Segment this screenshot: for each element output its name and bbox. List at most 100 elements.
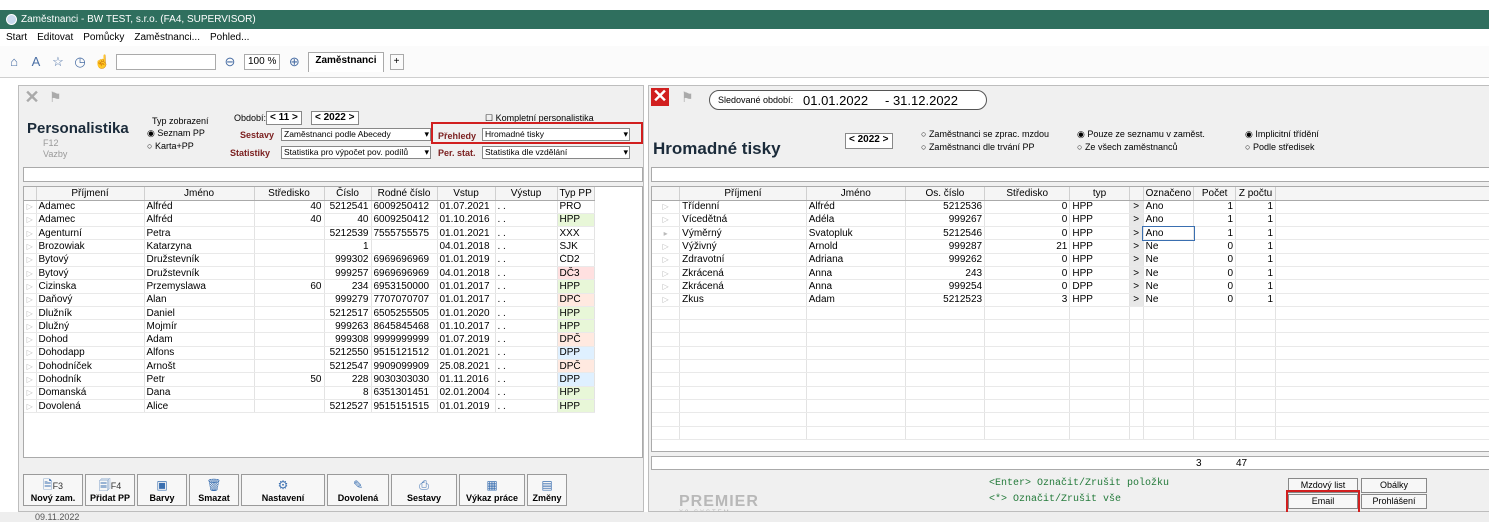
table-row[interactable]: ▷ Vícedětná Adéla 999267 0 HPP > Ano 1 1 <box>652 213 1489 228</box>
col-prijmeni[interactable]: Příjmení <box>679 187 807 201</box>
toolbar-input[interactable] <box>116 53 216 70</box>
table-row[interactable]: ▷ Dovolená Alice 5212527 9515151515 01.01.201… <box>24 399 595 414</box>
table-row[interactable]: ▷ Zkrácená Anna 243 0 HPP > Ne 0 1 <box>652 266 1489 281</box>
table-row[interactable]: ▷ Brozowiak Katarzyna 1 04.01.2018. . SJK <box>24 239 595 254</box>
flag-icon[interactable]: ⚑ <box>49 89 63 107</box>
nov-zam--button[interactable]: 🗎F3 Nový zam. <box>23 474 83 506</box>
radio-dle-trvani[interactable]: ○ Zaměstnanci dle trvání PP <box>921 142 1035 152</box>
sestavy-select[interactable]: Zaměstnanci podle Abecedy <box>281 128 431 141</box>
cell-oznaceno[interactable]: Ne <box>1143 293 1195 307</box>
cell-oznaceno[interactable]: Ne <box>1143 253 1195 267</box>
radio-seznam-pp[interactable]: ◉ Seznam PP <box>147 128 205 139</box>
col-prijmeni[interactable]: Příjmení <box>36 187 145 201</box>
filter-row[interactable] <box>651 167 1489 182</box>
sestavy-button[interactable]: ⎙ Sestavy <box>391 474 457 506</box>
font-icon[interactable]: A <box>28 54 44 70</box>
table-row[interactable]: ▷ Dohodníček Arnošt 5212547 9909099909 25.08.… <box>24 359 595 374</box>
table-row[interactable]: ▷ Cizinska Przemyslawa 60 234 6953150000 01.01… <box>24 279 595 294</box>
table-row[interactable]: ▸ Výměrný Svatopluk 5212546 0 HPP > Ano 1 1 <box>652 225 1489 241</box>
table-row[interactable]: ▷ Výživný Arnold 999287 21 HPP > Ne 0 1 <box>652 239 1489 254</box>
table-row[interactable]: ▷ Dohod Adam 999308 9999999999 01.07.2019. .D… <box>24 332 595 347</box>
col-typ-pp[interactable]: Typ PP <box>557 187 595 201</box>
table-row[interactable]: ▷ Bytový Družstevník 999257 6969696969 04.01.… <box>24 266 595 281</box>
radio-implicitni[interactable]: ◉ Implicitní třídění <box>1245 129 1319 140</box>
home-icon[interactable]: ⌂ <box>6 54 22 70</box>
nastaven--button[interactable]: ⚙ Nastavení <box>241 474 325 506</box>
zm-ny-button[interactable]: ▤ Změny <box>527 474 567 506</box>
zoom-level[interactable]: 100 % <box>244 53 281 70</box>
hand-icon[interactable]: ☝ <box>94 54 110 70</box>
col-vystup[interactable]: Výstup <box>495 187 558 201</box>
statistiky-select[interactable]: Statistika pro výpočet pov. podílů <box>281 146 431 159</box>
radio-ze-vsech[interactable]: ○ Ze všech zaměstnanců <box>1077 142 1177 152</box>
zoom-in-icon[interactable]: ⊕ <box>286 54 302 70</box>
col-oznaceno[interactable]: Označeno <box>1143 187 1195 201</box>
table-row[interactable]: ▷ Dlužník Daniel 5212517 6505255505 01.01.202… <box>24 306 595 321</box>
col-rodne-cislo[interactable]: Rodné číslo <box>371 187 438 201</box>
menu-zamestnanci[interactable]: Zaměstnanci... <box>134 32 200 43</box>
col-cislo[interactable]: Číslo <box>324 187 372 201</box>
star-icon[interactable]: ☆ <box>50 54 66 70</box>
cell-arrow[interactable]: > <box>1129 239 1144 254</box>
table-row[interactable]: ▷ Adamec Alfréd 40 40 6009250412 01.10.2016. .… <box>24 213 595 228</box>
table-row[interactable]: ▷ Daňový Alan 999279 7707070707 01.01.2017. .… <box>24 293 595 307</box>
cell-oznaceno[interactable]: Ano <box>1143 200 1195 214</box>
close-icon[interactable]: ✕ <box>651 87 669 106</box>
radio-zprac-mzdou[interactable]: ○ Zaměstnanci se zprac. mzdou <box>921 129 1049 139</box>
vazby-label[interactable]: Vazby <box>43 149 67 159</box>
col-vstup[interactable]: Vstup <box>437 187 496 201</box>
col-stredisko[interactable]: Středisko <box>254 187 325 201</box>
table-row[interactable]: ▷ Dohodník Petr 50 228 9030303030 01.11.2016. … <box>24 372 595 387</box>
table-row[interactable]: ▷ Zkus Adam 5212523 3 HPP > Ne 0 1 <box>652 293 1489 307</box>
cell-arrow[interactable]: > <box>1129 200 1144 214</box>
menu-pomucky[interactable]: Pomůcky <box>83 32 124 43</box>
prohlaseni-button[interactable]: Prohlášení <box>1361 494 1427 509</box>
tab-zamestnanci[interactable]: Zaměstnanci <box>308 51 384 72</box>
obalky-button[interactable]: Obálky <box>1361 478 1427 493</box>
menu-editovat[interactable]: Editovat <box>37 32 73 43</box>
kompletni-checkbox[interactable]: ☐ Kompletní personalistika <box>485 113 594 124</box>
col-jmeno[interactable]: Jméno <box>806 187 906 201</box>
table-row[interactable]: ▷ Domanská Dana 8 6351301451 02.01.2004. . HPP <box>24 386 595 400</box>
table-row[interactable]: ▷ Agenturní Petra 5212539 7555755575 01.01.20… <box>24 226 595 241</box>
radio-strediska[interactable]: ○ Podle středisek <box>1245 142 1314 152</box>
p-idat-pp-button[interactable]: 🗐F4 Přidat PP <box>85 474 135 506</box>
smazat-button[interactable]: 🗑 Smazat <box>189 474 239 506</box>
obdobi-year[interactable]: < 2022 > <box>311 111 359 125</box>
cell-arrow[interactable]: > <box>1129 293 1144 307</box>
per-stat-select[interactable]: Statistika dle vzdělání <box>482 146 630 159</box>
col-os-cislo[interactable]: Os. číslo <box>905 187 986 201</box>
cell-oznaceno[interactable]: Ano <box>1142 225 1195 241</box>
cell-oznaceno[interactable]: Ne <box>1143 279 1195 294</box>
radio-pouze-seznam[interactable]: ◉ Pouze ze seznamu v zaměst. <box>1077 129 1205 140</box>
dovolen--button[interactable]: ✎ Dovolená <box>327 474 389 506</box>
col-jmeno[interactable]: Jméno <box>144 187 255 201</box>
col-stredisko[interactable]: Středisko <box>984 187 1071 201</box>
table-row[interactable]: ▷ Dlužný Mojmír 999263 8645845468 01.10.2017.… <box>24 319 595 334</box>
col-pocet[interactable]: Počet <box>1193 187 1237 201</box>
table-row[interactable]: ▷ Třídenní Alfréd 5212536 0 HPP > Ano 1 1 <box>652 200 1489 214</box>
close-icon[interactable]: ✕ <box>23 88 41 107</box>
barvy-button[interactable]: ▣ Barvy <box>137 474 187 506</box>
table-row[interactable]: ▷ Zdravotní Adriana 999262 0 HPP > Ne 0 1 <box>652 253 1489 267</box>
cell-arrow[interactable]: > <box>1129 266 1144 281</box>
email-button[interactable]: Email <box>1288 494 1358 509</box>
table-row[interactable]: ▷ Dohodapp Alfons 5212550 9515121512 01.01.20… <box>24 346 595 361</box>
cell-oznaceno[interactable]: Ne <box>1143 266 1195 281</box>
mzdovy-list-button[interactable]: Mzdový list <box>1288 478 1358 493</box>
cell-arrow[interactable]: > <box>1129 226 1144 241</box>
radio-karta-pp[interactable]: ○ Karta+PP <box>147 141 194 151</box>
add-tab-button[interactable]: + <box>389 53 404 70</box>
col-z-poctu[interactable]: Z počtu <box>1235 187 1276 201</box>
table-row[interactable]: ▷ Bytový Družstevník 999302 6969696969 01.01.… <box>24 253 595 267</box>
col-typ[interactable]: typ <box>1069 187 1130 201</box>
flag-icon[interactable]: ⚑ <box>681 89 695 107</box>
cell-arrow[interactable]: > <box>1129 253 1144 267</box>
cell-arrow[interactable]: > <box>1129 213 1144 228</box>
table-row[interactable]: ▷ Adamec Alfréd 40 5212541 6009250412 01.07.20… <box>24 200 595 214</box>
menu-start[interactable]: Start <box>6 32 27 43</box>
cell-arrow[interactable]: > <box>1129 279 1144 294</box>
history-icon[interactable]: ◷ <box>72 54 88 70</box>
v-kaz-pr-ce-button[interactable]: ▦ Výkaz práce <box>459 474 525 506</box>
cell-oznaceno[interactable]: Ne <box>1143 239 1195 254</box>
